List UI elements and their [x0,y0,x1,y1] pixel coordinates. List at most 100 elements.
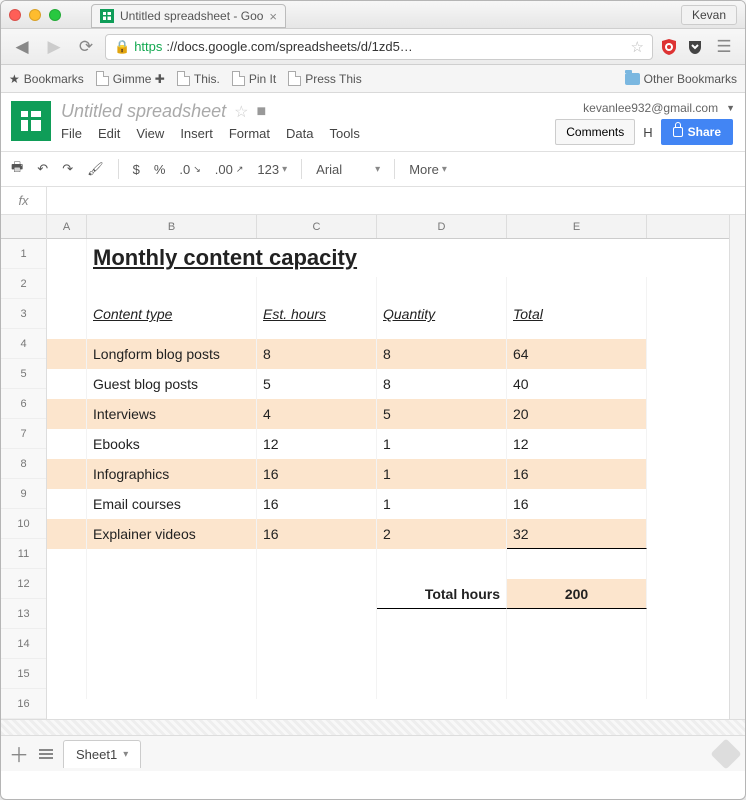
move-folder-icon[interactable]: ■ [256,103,266,121]
cell[interactable] [507,639,647,669]
cell[interactable]: 1 [377,429,507,459]
sheet-tab-1[interactable]: Sheet1▾ [63,740,141,768]
cell[interactable]: Content type [87,299,257,329]
cell[interactable] [47,299,87,329]
cell[interactable] [47,277,87,299]
cell[interactable]: 4 [257,399,377,429]
cell[interactable]: 12 [257,429,377,459]
redo-icon[interactable]: ↷ [62,161,73,177]
bookmark-star-icon[interactable]: ☆ [631,38,644,56]
row-header[interactable]: 3 [1,299,46,329]
menu-tools[interactable]: Tools [329,126,359,141]
explore-button[interactable] [710,738,741,769]
other-bookmarks[interactable]: Other Bookmarks [625,72,737,86]
cell[interactable] [47,519,87,549]
row-header[interactable]: 12 [1,569,46,599]
col-header-d[interactable]: D [377,215,507,238]
cell[interactable] [47,579,87,609]
cell[interactable]: Longform blog posts [87,339,257,369]
cell[interactable] [257,609,377,639]
cell[interactable] [257,669,377,699]
cell[interactable]: 64 [507,339,647,369]
cell[interactable]: Explainer videos [87,519,257,549]
menu-data[interactable]: Data [286,126,313,141]
row-header[interactable]: 11 [1,539,46,569]
cell[interactable] [377,277,507,299]
decrease-decimal[interactable]: .0↘ [179,162,200,177]
cell[interactable]: Total hours [377,579,507,609]
menu-view[interactable]: View [136,126,164,141]
cell[interactable] [377,329,507,339]
cell[interactable] [47,459,87,489]
zoom-window-button[interactable] [49,9,61,21]
row-header[interactable]: 2 [1,269,46,299]
cells-area[interactable]: Monthly content capacityContent typeEst.… [47,239,729,699]
col-header-b[interactable]: B [87,215,257,238]
row-header[interactable]: 1 [1,239,46,269]
cell[interactable]: 8 [377,339,507,369]
cell[interactable]: 16 [257,459,377,489]
ublock-icon[interactable] [659,37,679,57]
cell[interactable] [507,669,647,699]
row-header[interactable]: 5 [1,359,46,389]
minimize-window-button[interactable] [29,9,41,21]
cell[interactable] [87,579,257,609]
menu-file[interactable]: File [61,126,82,141]
back-button[interactable]: ◀ [9,35,35,59]
select-all-corner[interactable] [1,215,46,239]
cell[interactable] [47,399,87,429]
col-header-a[interactable]: A [47,215,87,238]
format-more[interactable]: 123 ▾ [257,162,287,177]
reload-button[interactable]: ⟳ [73,35,99,59]
row-header[interactable]: 8 [1,449,46,479]
cell[interactable]: 12 [507,429,647,459]
cell[interactable] [377,609,507,639]
row-header[interactable]: 16 [1,689,46,719]
cell[interactable] [377,549,507,579]
cell[interactable]: 1 [377,489,507,519]
bookmark-pressthis[interactable]: Press This [288,71,361,86]
row-header[interactable]: 9 [1,479,46,509]
cell[interactable] [47,489,87,519]
cell[interactable]: Ebooks [87,429,257,459]
paint-format-icon[interactable]: 🖌 [87,161,104,177]
cell[interactable] [257,277,377,299]
cell[interactable] [257,579,377,609]
row-header[interactable]: 7 [1,419,46,449]
cell[interactable] [87,609,257,639]
cell[interactable]: Est. hours [257,299,377,329]
cell[interactable] [257,549,377,579]
cell[interactable] [507,277,647,299]
cell[interactable]: Interviews [87,399,257,429]
address-bar[interactable]: 🔒 https ://docs.google.com/spreadsheets/… [105,34,653,60]
row-header[interactable]: 6 [1,389,46,419]
cell[interactable]: 16 [257,519,377,549]
increase-decimal[interactable]: .00↗ [215,162,244,177]
cell[interactable] [47,669,87,699]
vertical-scrollbar[interactable] [729,215,745,719]
document-title[interactable]: Untitled spreadsheet [61,101,226,122]
comments-button[interactable]: Comments [555,119,635,145]
undo-icon[interactable]: ↶ [37,161,48,177]
menu-format[interactable]: Format [229,126,270,141]
cell[interactable]: 16 [507,489,647,519]
cell[interactable]: 8 [377,369,507,399]
cell[interactable] [47,339,87,369]
menu-h[interactable]: H [643,125,652,140]
cell[interactable] [257,639,377,669]
cell[interactable] [47,609,87,639]
cell[interactable]: 20 [507,399,647,429]
cell[interactable]: 5 [377,399,507,429]
format-percent[interactable]: % [154,162,166,177]
menu-edit[interactable]: Edit [98,126,120,141]
cell[interactable] [87,549,257,579]
cell[interactable] [47,429,87,459]
cell[interactable] [507,549,647,579]
toolbar-more[interactable]: More ▾ [409,162,447,177]
format-currency[interactable]: $ [133,162,140,177]
menu-insert[interactable]: Insert [180,126,213,141]
cell[interactable]: Email courses [87,489,257,519]
cell[interactable]: 8 [257,339,377,369]
forward-button[interactable]: ▶ [41,35,67,59]
bookmark-pinit[interactable]: Pin It [232,71,276,86]
